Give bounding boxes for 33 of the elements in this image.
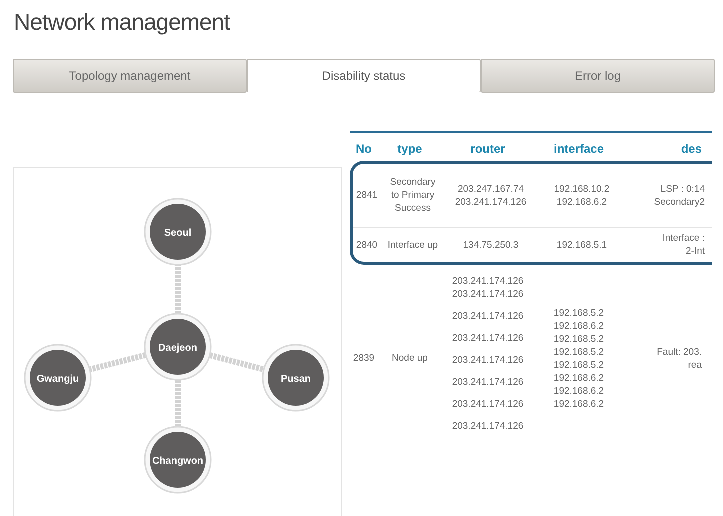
type-cell-text: Interface up (386, 238, 440, 252)
router-cell-text: 203.247.167.74 203.241.174.126 (454, 182, 528, 208)
link-line (175, 265, 181, 314)
city-node: Gwangju (24, 344, 92, 412)
description-cell-text: LSP : 0:14 Secondary2 (653, 182, 705, 208)
page-title: Network management (13, 8, 230, 36)
interface-cell-text: 192.168.5.1 (556, 238, 608, 252)
number-cell-text: 2839 (352, 352, 376, 365)
tab[interactable]: Topology management (13, 59, 247, 93)
tab[interactable]: Error log (481, 59, 715, 93)
router-cell-text: 134.75.250.3 (462, 238, 520, 252)
city-node: Changwon (144, 426, 212, 494)
interface-cell-text: 192.168.10.2 192.168.6.2 (553, 182, 611, 208)
city-node: Pusan (262, 344, 330, 412)
number-cell-text: 2841 (355, 189, 379, 202)
column-header: No (355, 142, 373, 156)
column-header: router (470, 142, 506, 156)
type-cell-text: Node up (391, 352, 429, 365)
city-node: Seoul (144, 198, 212, 266)
router-cell-text: 203.241.174.126 203.241.174.126 203.241.174.126 203.241.174.126 203.241.174.126 203.241.174.126 203.241.174.126 203.241.174.126 (451, 275, 525, 434)
link-line (175, 380, 181, 427)
column-header: type (396, 142, 424, 156)
city-node: Daejeon (144, 313, 212, 381)
column-header: des (680, 142, 702, 156)
description-cell-text: Interface : 2-Int (662, 232, 705, 258)
column-header: interface (552, 142, 606, 156)
link-line (209, 352, 265, 373)
interface-cell-text: 192.168.5.2 192.168.6.2 192.168.5.2 192.168.5.2 192.168.5.2 192.168.6.2 192.168.6.2 192.168.6.2 (552, 306, 606, 410)
type-cell-text: Secondary to Primary Success (389, 176, 437, 215)
link-line (89, 352, 147, 373)
description-cell-text: Fault: 203. rea (656, 346, 702, 372)
number-cell-text: 2840 (355, 238, 379, 252)
tab[interactable]: Disability status (247, 59, 481, 93)
